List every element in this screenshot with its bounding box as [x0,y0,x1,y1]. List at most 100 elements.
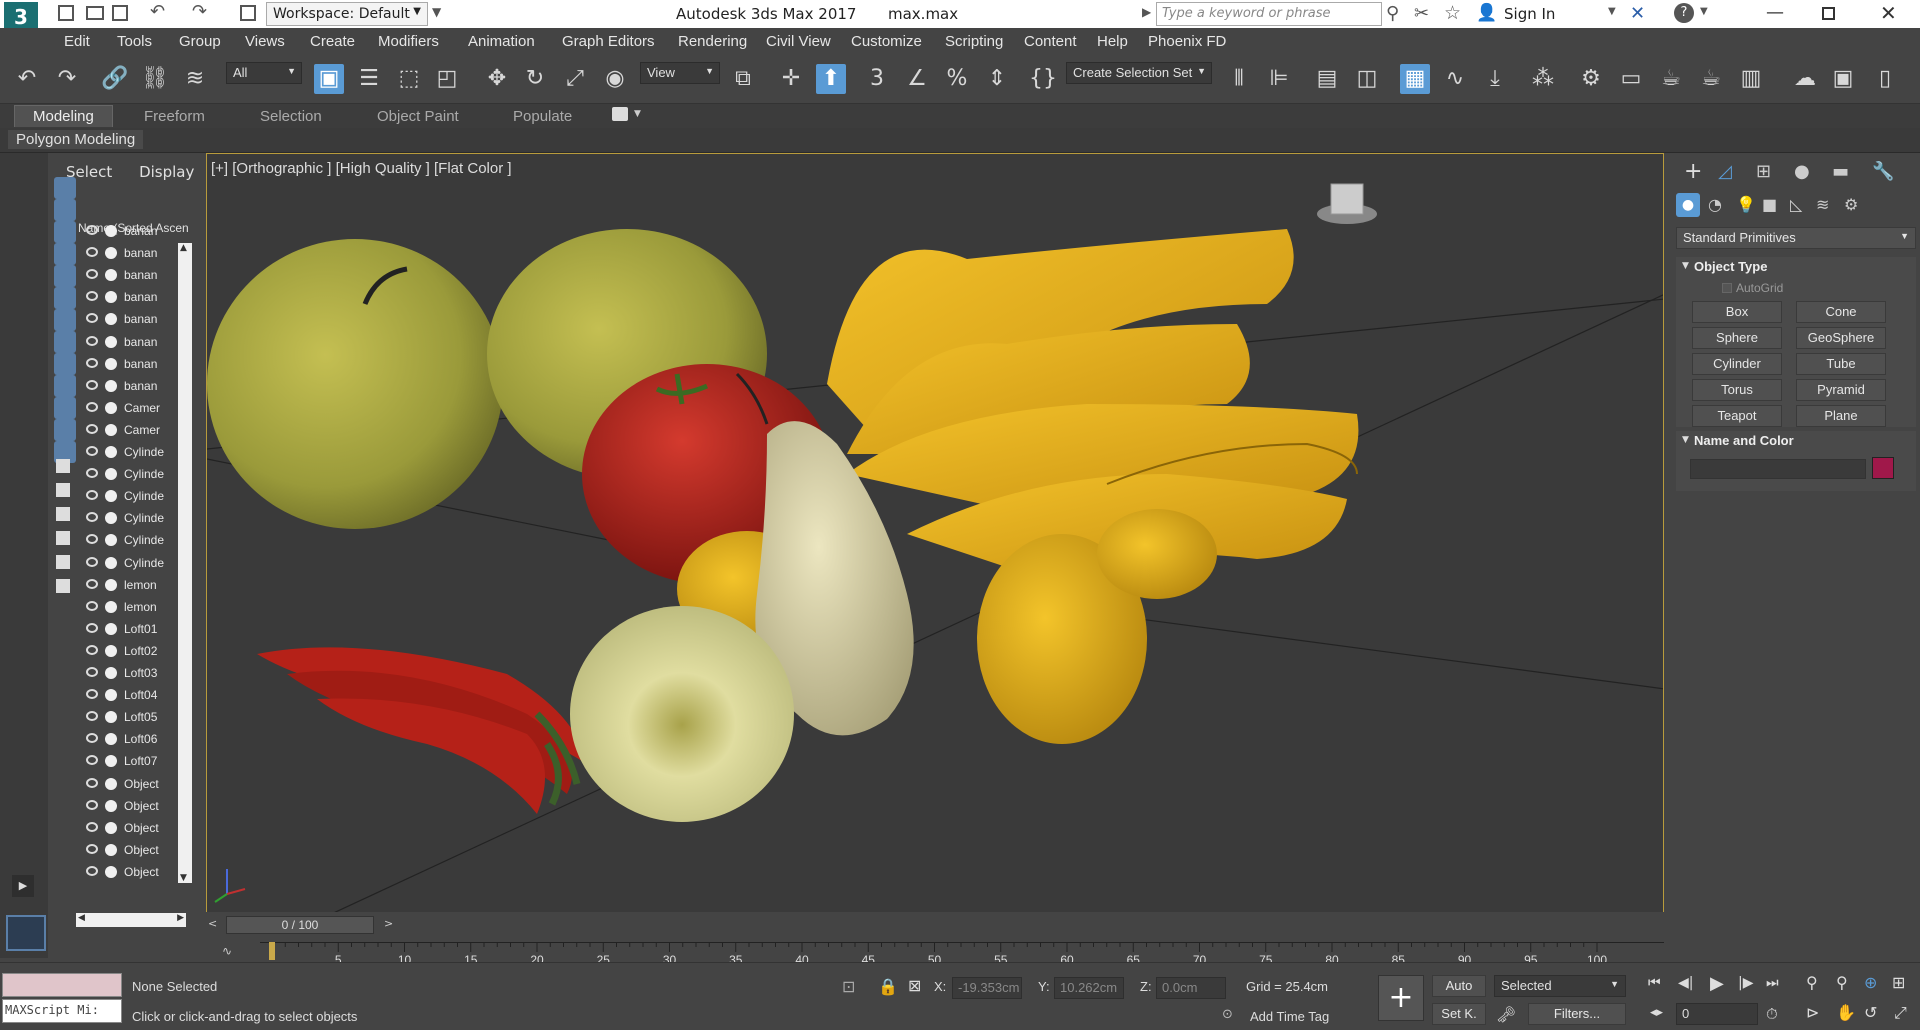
visibility-eye-icon[interactable] [86,423,98,434]
sort-icon[interactable] [56,507,70,521]
pan-view-icon[interactable]: ✋ [1836,1003,1856,1022]
reference-coordinate-dropdown[interactable]: View ▼ [640,62,720,84]
maxscript-mini-input[interactable]: MAXScript Mi: [2,999,122,1023]
undo-icon[interactable]: ↶ [150,1,165,22]
visibility-eye-icon[interactable] [86,733,98,744]
visibility-eye-icon[interactable] [86,843,98,854]
zoom-extents-icon[interactable]: ⊕ [1864,973,1877,992]
hierarchy-tab-icon[interactable]: ⊞ [1756,161,1771,182]
menu-create[interactable]: Create [310,33,355,50]
pivot-center-icon[interactable]: ⧉ [728,64,758,94]
perspective-viewport[interactable]: [+] [Orthographic ] [High Quality ] [Fla… [206,153,1664,915]
freeze-toggle-icon[interactable] [105,379,117,392]
freeze-toggle-icon[interactable] [105,357,117,370]
field-of-view-icon[interactable]: ⊳ [1806,1003,1819,1022]
edit-named-selection-icon[interactable]: {} [1028,64,1058,94]
curve-editor-icon[interactable]: ∿ [1440,64,1470,94]
visibility-eye-icon[interactable] [86,622,98,633]
rollout-toggle-icon[interactable]: ▼ [1682,261,1689,271]
rectangular-selection-icon[interactable]: ⬚ [394,64,424,94]
geosphere-button[interactable]: GeoSphere [1796,327,1886,349]
current-frame-field[interactable]: 0 [1676,1003,1758,1025]
space-warps-icon[interactable]: ≋ [1816,195,1829,214]
render-production-icon[interactable]: ☕ [1656,64,1686,94]
key-filters-icon[interactable]: 🗝 [1496,1005,1516,1024]
freeze-toggle-icon[interactable] [105,865,117,878]
select-manipulate-icon[interactable]: ✛ [776,64,806,94]
containers-filter-icon[interactable] [54,375,76,397]
visibility-eye-icon[interactable] [86,512,98,523]
visibility-eye-icon[interactable] [86,313,98,324]
undo-icon[interactable]: ↶ [12,64,42,94]
visibility-eye-icon[interactable] [86,468,98,479]
material-editor-icon[interactable]: ⁂ [1528,64,1558,94]
plane-button[interactable]: Plane [1796,405,1886,427]
polygon-modeling-label[interactable]: Polygon Modeling [8,130,144,149]
vertical-scrollbar[interactable]: ▲ ▼ [178,243,192,883]
bind-space-warp-icon[interactable]: ≋ [180,64,210,94]
render-viewer-icon[interactable]: ▣ [1828,64,1858,94]
tab-display[interactable]: Display [139,163,194,181]
freeze-toggle-icon[interactable] [105,401,117,414]
percent-snap-icon[interactable]: % [942,64,972,94]
visibility-eye-icon[interactable] [86,799,98,810]
object-type-title[interactable]: Object Type [1694,259,1767,274]
binoculars-icon[interactable]: ⚲ [1386,3,1399,24]
apple-slice[interactable] [570,606,794,822]
visibility-eye-icon[interactable] [86,578,98,589]
groups-filter-icon[interactable] [54,309,76,331]
scene-explorer-icon[interactable]: ▤ [1312,64,1342,94]
toolbar-options-icon[interactable] [56,555,70,569]
project-folder-icon[interactable] [240,5,256,21]
scroll-up-icon[interactable]: ▲ [180,243,187,253]
configure-icon[interactable] [56,579,70,593]
frozen-filter-icon[interactable] [54,397,76,419]
visibility-eye-icon[interactable] [86,446,98,456]
link-icon[interactable]: 🔗 [100,64,130,94]
menu-group[interactable]: Group [179,33,221,50]
visibility-eye-icon[interactable] [86,225,98,235]
layer-icon[interactable] [56,459,70,473]
mirror-icon[interactable]: ⫴ [1224,64,1254,94]
toggle-ribbon-icon[interactable]: ▦ [1400,64,1430,94]
menu-graph-editors[interactable]: Graph Editors [562,33,655,50]
rendered-frame-window-icon[interactable]: ▭ [1616,64,1646,94]
visibility-eye-icon[interactable] [86,357,98,368]
freeze-toggle-icon[interactable] [105,291,117,304]
list-item[interactable]: banan [76,221,196,241]
visibility-eye-icon[interactable] [86,777,98,788]
utilities-tab-icon[interactable]: 🔧 [1872,161,1894,182]
sign-in-link[interactable]: Sign In [1504,5,1555,23]
menu-rendering[interactable]: Rendering [678,33,747,50]
visibility-eye-icon[interactable] [86,644,98,655]
curve-editor-mini-icon[interactable]: ∿ [222,944,232,958]
teapot-button[interactable]: Teapot [1692,405,1782,427]
add-time-tag[interactable]: Add Time Tag [1250,1009,1329,1024]
scroll-down-icon[interactable]: ▼ [180,873,187,883]
zoom-extents-all-icon[interactable]: ⊞ [1892,973,1905,992]
time-slider-right-icon[interactable]: > [384,917,393,930]
filters-button[interactable]: Filters... [1528,1003,1626,1025]
menu-phoenix-fd[interactable]: Phoenix FD [1148,33,1226,50]
chevron-down-icon[interactable]: ▼ [1700,6,1708,17]
freeze-toggle-icon[interactable] [105,777,117,790]
layer-explorer-icon[interactable]: ◫ [1352,64,1382,94]
freeze-toggle-icon[interactable] [105,556,117,569]
x-coordinate-field[interactable]: -19.353cm [952,977,1022,999]
visibility-eye-icon[interactable] [86,335,98,346]
cylinder-button[interactable]: Cylinder [1692,353,1782,375]
visibility-eye-icon[interactable] [86,556,98,567]
unlink-icon[interactable]: ⛓ [140,64,170,94]
tab-freeform[interactable]: Freeform [144,108,205,125]
freeze-toggle-icon[interactable] [105,843,117,856]
close-icon[interactable]: ✕ [1880,1,1897,25]
lights-filter-icon[interactable] [54,221,76,243]
tab-selection[interactable]: Selection [260,108,322,125]
menu-content[interactable]: Content [1024,33,1077,50]
menu-edit[interactable]: Edit [64,33,90,50]
bones-filter-icon[interactable] [54,353,76,375]
menu-modifiers[interactable]: Modifiers [378,33,439,50]
visibility-eye-icon[interactable] [86,667,98,677]
freeze-toggle-icon[interactable] [105,446,117,458]
freeze-toggle-icon[interactable] [105,711,117,724]
